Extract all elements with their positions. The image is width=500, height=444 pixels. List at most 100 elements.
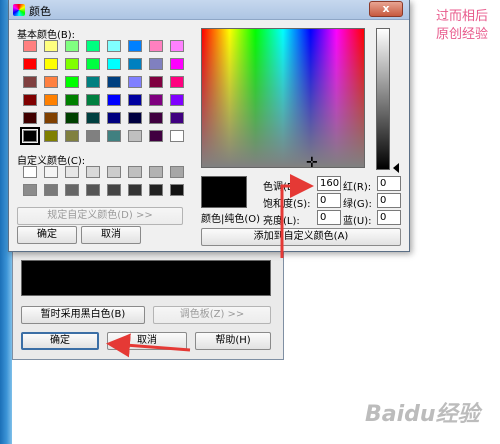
- basic-color-swatch[interactable]: [44, 40, 58, 52]
- basic-color-swatch[interactable]: [65, 130, 79, 142]
- basic-color-swatch[interactable]: [107, 58, 121, 70]
- custom-color-swatch[interactable]: [86, 184, 100, 196]
- custom-color-swatch[interactable]: [107, 184, 121, 196]
- basic-color-swatch[interactable]: [107, 112, 121, 124]
- custom-color-swatch[interactable]: [107, 166, 121, 178]
- blue-field[interactable]: 0: [377, 210, 401, 225]
- basic-color-swatch[interactable]: [128, 76, 142, 88]
- basic-color-swatch[interactable]: [23, 94, 37, 106]
- close-button[interactable]: x: [369, 1, 403, 17]
- custom-color-swatch[interactable]: [170, 166, 184, 178]
- basic-color-swatch[interactable]: [23, 40, 37, 52]
- basic-color-swatch[interactable]: [86, 94, 100, 106]
- red-label: 红(R):: [343, 182, 372, 193]
- basic-color-swatch[interactable]: [23, 58, 37, 70]
- custom-color-swatch[interactable]: [44, 166, 58, 178]
- custom-color-swatch[interactable]: [170, 184, 184, 196]
- basic-color-swatch[interactable]: [149, 130, 163, 142]
- basic-color-swatch[interactable]: [86, 58, 100, 70]
- luminance-slider[interactable]: [376, 28, 390, 170]
- parent-ok-button[interactable]: 确定: [21, 332, 99, 350]
- add-to-custom-colors-button[interactable]: 添加到自定义颜色(A): [201, 228, 401, 246]
- basic-color-swatch[interactable]: [128, 58, 142, 70]
- basic-color-swatch[interactable]: [23, 112, 37, 124]
- basic-color-swatch[interactable]: [65, 94, 79, 106]
- custom-color-swatch[interactable]: [149, 166, 163, 178]
- custom-color-swatch[interactable]: [44, 184, 58, 196]
- temp-black-white-button[interactable]: 暂时采用黑白色(B): [21, 306, 145, 324]
- basic-color-swatch[interactable]: [149, 40, 163, 52]
- hue-label: 色调(E):: [263, 182, 301, 193]
- parent-cancel-button[interactable]: 取消: [107, 332, 187, 350]
- custom-color-swatch[interactable]: [65, 166, 79, 178]
- basic-color-swatch[interactable]: [44, 94, 58, 106]
- basic-color-swatch[interactable]: [107, 130, 121, 142]
- basic-color-swatch[interactable]: [170, 112, 184, 124]
- dialog-title: 颜色: [29, 5, 51, 18]
- basic-color-swatch[interactable]: [107, 40, 121, 52]
- color-spectrum[interactable]: ✛: [201, 28, 365, 171]
- basic-color-swatch[interactable]: [149, 76, 163, 88]
- saturation-field[interactable]: 0: [317, 193, 341, 208]
- watermark-top: 过而相后 原创经验: [435, 9, 488, 42]
- basic-color-swatch[interactable]: [44, 130, 58, 142]
- basic-color-swatch[interactable]: [65, 58, 79, 70]
- basic-color-swatch[interactable]: [65, 76, 79, 88]
- basic-color-swatch[interactable]: [170, 130, 184, 142]
- basic-color-swatch[interactable]: [86, 130, 100, 142]
- green-field[interactable]: 0: [377, 193, 401, 208]
- color-dialog: 颜色 x 基本颜色(B): 自定义颜色(C): 规定自定义颜色(D) >> 确定…: [8, 0, 410, 252]
- basic-color-swatch[interactable]: [128, 40, 142, 52]
- palette-button[interactable]: 调色板(Z) >>: [153, 306, 271, 324]
- basic-color-swatch[interactable]: [86, 40, 100, 52]
- parent-color-preview: [21, 260, 271, 296]
- basic-color-swatch[interactable]: [44, 76, 58, 88]
- luminance-field[interactable]: 0: [317, 210, 341, 225]
- cancel-button[interactable]: 取消: [81, 226, 141, 244]
- basic-color-swatch[interactable]: [149, 112, 163, 124]
- basic-color-swatch[interactable]: [44, 112, 58, 124]
- custom-color-swatch[interactable]: [23, 166, 37, 178]
- basic-color-swatch[interactable]: [128, 94, 142, 106]
- basic-color-swatch[interactable]: [86, 112, 100, 124]
- basic-color-swatch[interactable]: [86, 76, 100, 88]
- basic-color-swatch[interactable]: [65, 40, 79, 52]
- custom-color-swatch[interactable]: [23, 184, 37, 196]
- custom-color-swatch[interactable]: [128, 166, 142, 178]
- basic-color-swatch[interactable]: [149, 58, 163, 70]
- basic-color-swatch[interactable]: [170, 76, 184, 88]
- basic-color-swatch[interactable]: [128, 130, 142, 142]
- basic-color-swatch[interactable]: [107, 94, 121, 106]
- basic-color-swatch[interactable]: [128, 112, 142, 124]
- ok-button[interactable]: 确定: [17, 226, 77, 244]
- color-solid-label: 颜色|纯色(O): [201, 214, 261, 225]
- crosshair-icon: ✛: [306, 155, 318, 171]
- luminance-arrow-icon[interactable]: [393, 163, 399, 173]
- basic-colors-grid: [20, 40, 184, 145]
- custom-color-swatch[interactable]: [128, 184, 142, 196]
- color-solid-preview: [201, 176, 247, 208]
- basic-color-swatch[interactable]: [170, 40, 184, 52]
- custom-color-swatch[interactable]: [149, 184, 163, 196]
- basic-color-swatch[interactable]: [65, 112, 79, 124]
- basic-color-swatch[interactable]: [170, 94, 184, 106]
- define-custom-colors-button[interactable]: 规定自定义颜色(D) >>: [17, 207, 183, 225]
- red-field[interactable]: 0: [377, 176, 401, 191]
- custom-colors-label: 自定义颜色(C):: [17, 156, 86, 167]
- close-icon: x: [382, 2, 390, 15]
- green-label: 绿(G):: [343, 199, 372, 210]
- parent-dialog: 暂时采用黑白色(B) 调色板(Z) >> 确定 取消 帮助(H): [12, 238, 284, 360]
- basic-color-swatch[interactable]: [107, 76, 121, 88]
- basic-color-swatch[interactable]: [20, 127, 40, 145]
- basic-color-swatch[interactable]: [23, 76, 37, 88]
- help-button[interactable]: 帮助(H): [195, 332, 271, 350]
- basic-color-swatch[interactable]: [149, 94, 163, 106]
- custom-colors-grid: [23, 166, 184, 196]
- custom-color-swatch[interactable]: [86, 166, 100, 178]
- saturation-label: 饱和度(S):: [263, 199, 311, 210]
- title-bar: 颜色 x: [9, 0, 409, 20]
- basic-color-swatch[interactable]: [44, 58, 58, 70]
- basic-color-swatch[interactable]: [170, 58, 184, 70]
- hue-field[interactable]: 160: [317, 176, 341, 191]
- custom-color-swatch[interactable]: [65, 184, 79, 196]
